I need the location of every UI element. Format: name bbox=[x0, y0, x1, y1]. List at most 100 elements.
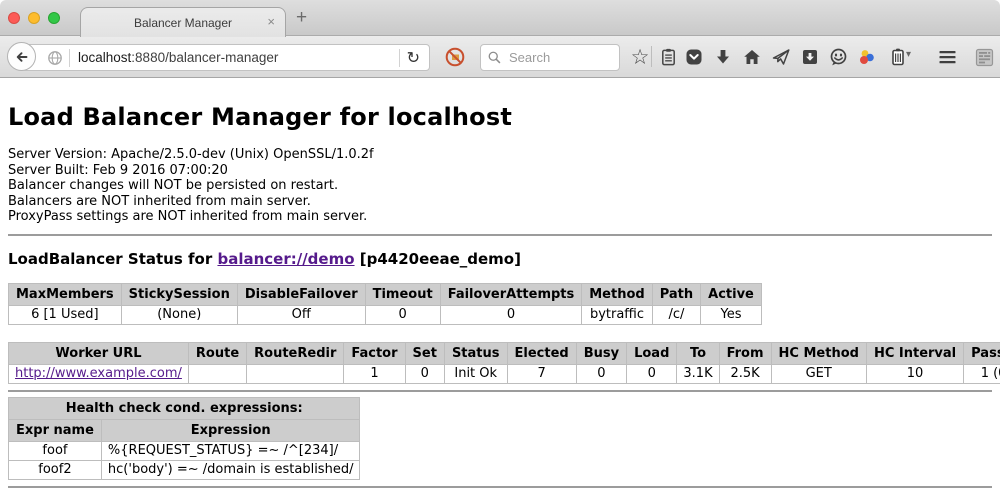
table-row: http://www.example.com/ 1 0 Init Ok 7 0 … bbox=[9, 364, 1000, 383]
reload-icon[interactable]: ↻ bbox=[407, 48, 429, 67]
bookmark-star-button[interactable]: ☆ bbox=[626, 43, 654, 71]
home-button[interactable] bbox=[738, 43, 766, 71]
divider bbox=[8, 486, 992, 488]
column-header: HC Interval bbox=[866, 342, 963, 364]
tab-title: Balancer Manager bbox=[134, 16, 232, 30]
cell-active: Yes bbox=[701, 305, 762, 324]
table-header-row: Worker URL Route RouteRedir Factor Set S… bbox=[9, 342, 1000, 364]
column-header: Load bbox=[627, 342, 677, 364]
cell-hc-interval: 10 bbox=[866, 364, 963, 383]
back-arrow-icon bbox=[13, 48, 31, 66]
health-check-table: Health check cond. expressions: Expr nam… bbox=[8, 397, 360, 480]
back-button[interactable] bbox=[7, 42, 36, 71]
colored-dots-icon bbox=[856, 47, 877, 68]
downloads-button[interactable] bbox=[709, 43, 737, 71]
column-header: Factor bbox=[344, 342, 405, 364]
tiles-extension-button[interactable] bbox=[970, 43, 998, 71]
paper-plane-icon bbox=[771, 47, 791, 67]
plugin-blocked-icon[interactable] bbox=[444, 46, 466, 68]
column-header: To bbox=[677, 342, 719, 364]
video-download-extension-button[interactable] bbox=[796, 43, 824, 71]
column-header: Route bbox=[188, 342, 246, 364]
balancer-persist-note: Balancer changes will NOT be persisted o… bbox=[8, 178, 992, 194]
cell-from: 2.5K bbox=[719, 364, 771, 383]
cell-expression: hc('body') =~ /domain is established/ bbox=[101, 460, 360, 479]
site-identity-globe-icon[interactable] bbox=[47, 50, 63, 66]
column-header: Set bbox=[405, 342, 444, 364]
cell-worker-url: http://www.example.com/ bbox=[9, 364, 189, 383]
tiles-grid-icon bbox=[974, 47, 995, 68]
pocket-button[interactable] bbox=[680, 43, 708, 71]
worker-url-link[interactable]: http://www.example.com/ bbox=[15, 366, 182, 381]
cell-routeredir bbox=[247, 364, 344, 383]
cell-factor: 1 bbox=[344, 364, 405, 383]
download-arrow-icon bbox=[713, 47, 733, 67]
cell-path: /c/ bbox=[652, 305, 700, 324]
table-header-row: Expr name Expression bbox=[9, 419, 360, 441]
url-text: localhost:8880/balancer-manager bbox=[78, 50, 278, 65]
tab-close-icon[interactable]: × bbox=[267, 14, 275, 29]
balancer-inherit-note: Balancers are NOT inherited from main se… bbox=[8, 194, 992, 210]
cell-status: Init Ok bbox=[444, 364, 507, 383]
balancer-status-heading: LoadBalancer Status for balancer://demo … bbox=[8, 250, 992, 268]
toolbar-divider bbox=[651, 46, 652, 67]
page-title: Load Balancer Manager for localhost bbox=[8, 103, 992, 131]
column-header: Timeout bbox=[365, 283, 440, 305]
column-header: StickySession bbox=[121, 283, 237, 305]
fullscreen-window-button[interactable] bbox=[48, 12, 60, 24]
server-version-line: Server Version: Apache/2.5.0-dev (Unix) … bbox=[8, 147, 992, 163]
striped-clipboard-icon bbox=[888, 47, 908, 67]
column-header: Method bbox=[582, 283, 652, 305]
column-header: Expression bbox=[101, 419, 360, 441]
tab-balancer-manager[interactable]: Balancer Manager × bbox=[80, 7, 286, 37]
menu-button[interactable] bbox=[933, 43, 961, 71]
clipboard-icon bbox=[659, 47, 678, 67]
cell-load: 0 bbox=[627, 364, 677, 383]
cell-set: 0 bbox=[405, 364, 444, 383]
column-header: FailoverAttempts bbox=[440, 283, 582, 305]
colored-dots-extension-button[interactable] bbox=[852, 43, 880, 71]
cell-to: 3.1K bbox=[677, 364, 719, 383]
search-bar[interactable] bbox=[480, 44, 620, 71]
status-heading-suffix: [p4420eeae_demo] bbox=[355, 250, 521, 268]
smiley-bubble-icon bbox=[828, 47, 849, 68]
column-header: Worker URL bbox=[9, 342, 189, 364]
column-header: Active bbox=[701, 283, 762, 305]
column-header: Path bbox=[652, 283, 700, 305]
table-header-row: MaxMembers StickySession DisableFailover… bbox=[9, 283, 762, 305]
cell-expression: %{REQUEST_STATUS} =~ /^[234]/ bbox=[101, 441, 360, 460]
workers-table: Worker URL Route RouteRedir Factor Set S… bbox=[8, 342, 1000, 384]
cell-method: bytraffic bbox=[582, 305, 652, 324]
cell-hc-method: GET bbox=[771, 364, 866, 383]
cell-maxmembers: 6 [1 Used] bbox=[9, 305, 122, 324]
minimize-window-button[interactable] bbox=[28, 12, 40, 24]
column-header: Passes bbox=[964, 342, 1000, 364]
new-tab-button[interactable]: + bbox=[296, 8, 307, 28]
extension-dropdown-caret-icon[interactable]: ▾ bbox=[906, 49, 911, 60]
search-input[interactable] bbox=[507, 49, 607, 66]
chat-extension-button[interactable] bbox=[824, 43, 852, 71]
hamburger-menu-icon bbox=[937, 47, 958, 67]
divider bbox=[8, 390, 992, 392]
cell-disablefailover: Off bbox=[237, 305, 365, 324]
table-row: foof %{REQUEST_STATUS} =~ /^[234]/ bbox=[9, 441, 360, 460]
balancer-demo-link[interactable]: balancer://demo bbox=[217, 250, 354, 268]
boxed-download-icon bbox=[800, 47, 820, 67]
column-header: Expr name bbox=[9, 419, 102, 441]
cell-failoverattempts: 0 bbox=[440, 305, 582, 324]
share-button[interactable] bbox=[767, 43, 795, 71]
cell-expr-name: foof bbox=[9, 441, 102, 460]
star-icon: ☆ bbox=[631, 46, 650, 68]
server-built-line: Server Built: Feb 9 2016 07:00:20 bbox=[8, 163, 992, 179]
balancer-params-table: MaxMembers StickySession DisableFailover… bbox=[8, 283, 762, 325]
column-header: DisableFailover bbox=[237, 283, 365, 305]
url-bar[interactable]: localhost:8880/balancer-manager ↻ bbox=[22, 44, 430, 71]
pocket-icon bbox=[684, 47, 704, 67]
close-window-button[interactable] bbox=[8, 12, 20, 24]
home-icon bbox=[742, 47, 762, 67]
reading-list-button[interactable] bbox=[654, 43, 682, 71]
health-table-title: Health check cond. expressions: bbox=[9, 397, 360, 419]
cell-busy: 0 bbox=[576, 364, 626, 383]
search-icon bbox=[487, 50, 502, 65]
navigation-toolbar: localhost:8880/balancer-manager ↻ bbox=[0, 36, 1000, 78]
